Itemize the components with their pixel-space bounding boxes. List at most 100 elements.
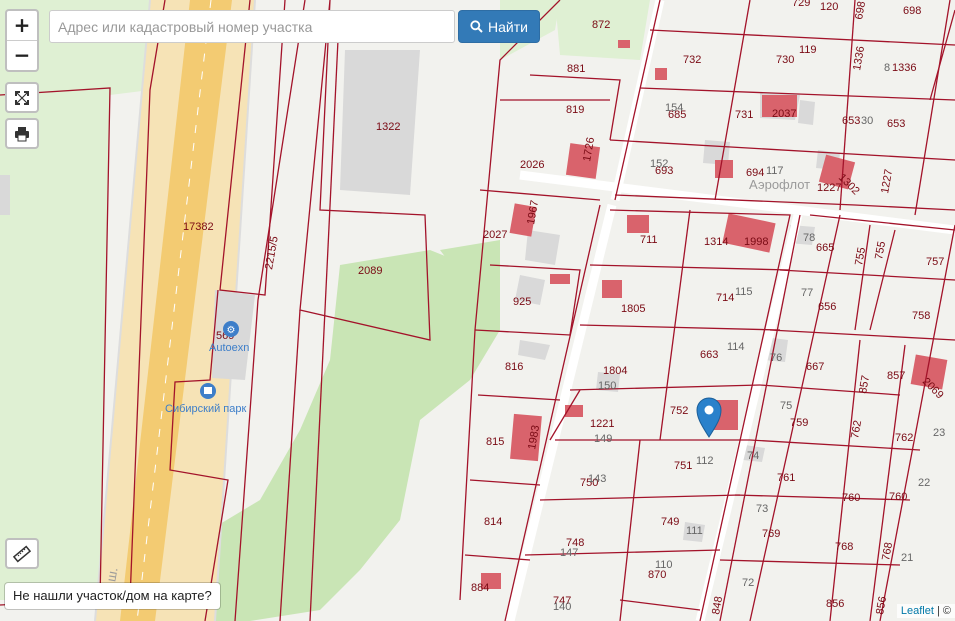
plot-number-label[interactable]: 761 bbox=[777, 472, 795, 484]
house-number-label: 143 bbox=[588, 473, 606, 485]
house-number-label: 149 bbox=[594, 433, 612, 445]
street-label-aeroflot: Аэрофлот bbox=[749, 177, 810, 192]
plot-number-label[interactable]: 17382 bbox=[183, 221, 214, 233]
plot-number-label[interactable]: 1227 bbox=[817, 182, 841, 194]
plot-number-label[interactable]: 698 bbox=[853, 0, 868, 20]
plot-number-label[interactable]: 731 bbox=[735, 109, 753, 121]
plot-number-label[interactable]: 749 bbox=[661, 516, 679, 528]
house-number-label: 110 bbox=[655, 559, 673, 571]
plot-number-label[interactable]: 730 bbox=[776, 54, 794, 66]
printer-icon bbox=[15, 126, 29, 141]
plot-number-label[interactable]: 819 bbox=[566, 104, 584, 116]
plot-number-label[interactable]: 768 bbox=[880, 541, 895, 561]
house-number-label: 117 bbox=[766, 165, 784, 177]
plot-number-label[interactable]: 1314 bbox=[704, 236, 728, 248]
plot-number-label[interactable]: 762 bbox=[895, 432, 913, 444]
search-bar: Найти bbox=[49, 10, 540, 43]
buildings bbox=[481, 40, 948, 589]
plot-number-label[interactable]: 1998 bbox=[744, 236, 768, 248]
house-number-label: 74 bbox=[747, 450, 759, 462]
plot-number-label[interactable]: 857 bbox=[887, 370, 905, 382]
plot-number-label[interactable]: 758 bbox=[912, 310, 930, 322]
house-number-label: 115 bbox=[735, 286, 753, 298]
plot-number-label[interactable]: 711 bbox=[640, 234, 658, 246]
zoom-control: + − bbox=[5, 9, 39, 72]
plot-number-label[interactable]: 1967 bbox=[525, 199, 541, 225]
plot-number-label[interactable]: 814 bbox=[484, 516, 502, 528]
expand-icon bbox=[15, 90, 29, 105]
plot-number-label[interactable]: 816 bbox=[505, 361, 523, 373]
zoom-out-button[interactable]: − bbox=[7, 40, 37, 70]
plot-number-label[interactable]: 848 bbox=[710, 595, 725, 615]
house-number-label: 78 bbox=[803, 232, 815, 244]
not-found-link[interactable]: Не нашли участок/дом на карте? bbox=[5, 583, 220, 609]
plot-number-label[interactable]: 2027 bbox=[483, 229, 507, 241]
print-button[interactable] bbox=[5, 118, 39, 149]
attribution: Leaflet | © bbox=[896, 604, 955, 618]
plot-number-label[interactable]: 884 bbox=[471, 582, 489, 594]
plot-number-label[interactable]: 2089 bbox=[358, 265, 382, 277]
plot-number-label[interactable]: 665 bbox=[816, 242, 834, 254]
plot-number-label[interactable]: 667 bbox=[806, 361, 824, 373]
plot-number-label[interactable]: 856 bbox=[826, 598, 844, 610]
plot-number-label[interactable]: 872 bbox=[592, 19, 610, 31]
plot-number-label[interactable]: 1322 bbox=[376, 121, 400, 133]
fullscreen-button[interactable] bbox=[5, 82, 39, 113]
search-input[interactable] bbox=[49, 10, 455, 43]
plot-number-label[interactable]: 119 bbox=[799, 44, 817, 56]
location-marker-icon[interactable] bbox=[696, 397, 722, 438]
plot-number-label[interactable]: 1336 bbox=[851, 45, 867, 71]
leaflet-link[interactable]: Leaflet bbox=[901, 605, 934, 617]
zoom-in-button[interactable]: + bbox=[7, 11, 37, 40]
house-number-label: 112 bbox=[696, 455, 714, 467]
house-number-layer: 154 152 117 78 115 77 114 76 150 149 75 112 74 23 22 21… bbox=[553, 62, 945, 613]
house-number-label: 30 bbox=[861, 115, 873, 127]
plot-number-label[interactable]: 1221 bbox=[590, 418, 614, 430]
map-canvas: 872881819202617261322173822215/520895692… bbox=[0, 0, 955, 621]
plot-number-label[interactable]: 925 bbox=[513, 296, 531, 308]
search-button[interactable]: Найти bbox=[458, 10, 540, 43]
house-number-label: 23 bbox=[933, 427, 945, 439]
plot-number-label[interactable]: 759 bbox=[790, 417, 808, 429]
plot-number-label[interactable]: 1336 bbox=[892, 62, 916, 74]
plot-number-label[interactable]: 857 bbox=[857, 374, 872, 394]
measure-button[interactable] bbox=[5, 538, 39, 569]
poi-autoexn-label: Autoexn bbox=[209, 342, 249, 354]
plot-number-label[interactable]: 120 bbox=[820, 1, 838, 13]
plot-number-label[interactable]: 1804 bbox=[603, 365, 627, 377]
plot-number-label[interactable]: 755 bbox=[853, 246, 868, 266]
plot-number-label[interactable]: 757 bbox=[926, 256, 944, 268]
plot-number-label[interactable]: 755 bbox=[873, 240, 888, 260]
plot-number-label[interactable]: 663 bbox=[700, 349, 718, 361]
house-number-label: 77 bbox=[801, 287, 813, 299]
plot-number-label[interactable]: 653 bbox=[842, 115, 860, 127]
plot-number-label[interactable]: 769 bbox=[762, 528, 780, 540]
plot-number-label[interactable]: 768 bbox=[835, 541, 853, 553]
plot-number-label[interactable]: 881 bbox=[567, 63, 585, 75]
plot-number-label[interactable]: 760 bbox=[889, 491, 907, 503]
plot-number-label[interactable]: 656 bbox=[818, 301, 836, 313]
plot-number-label[interactable]: 856 bbox=[874, 595, 889, 615]
plot-number-label[interactable]: 698 bbox=[903, 5, 921, 17]
house-number-label: 22 bbox=[918, 477, 930, 489]
plot-number-label[interactable]: 714 bbox=[716, 292, 734, 304]
plot-number-label[interactable]: 760 bbox=[842, 492, 860, 504]
plot-number-label[interactable]: 653 bbox=[887, 118, 905, 130]
plot-number-label[interactable]: 729 bbox=[792, 0, 810, 9]
plot-number-label[interactable]: 815 bbox=[486, 436, 504, 448]
svg-text:⚙: ⚙ bbox=[227, 325, 236, 336]
cadastral-map[interactable]: 872 881 819 2026 1726 1322 17382 2215/5 2089 569 2… bbox=[0, 0, 955, 621]
plot-number-label[interactable]: 732 bbox=[683, 54, 701, 66]
plot-number-label[interactable]: 762 bbox=[849, 419, 864, 439]
attribution-suffix: | © bbox=[933, 605, 951, 617]
plot-number-label[interactable]: 2026 bbox=[520, 159, 544, 171]
ruler-icon bbox=[13, 545, 31, 562]
search-button-label: Найти bbox=[488, 18, 528, 35]
plot-number-label[interactable]: 752 bbox=[670, 405, 688, 417]
house-number-label: 152 bbox=[650, 158, 668, 170]
plot-number-label[interactable]: 751 bbox=[674, 460, 692, 472]
plot-number-label[interactable]: 1227 bbox=[879, 168, 895, 194]
plot-number-label[interactable]: 2037 bbox=[772, 108, 796, 120]
plot-number-label[interactable]: 2215/5 bbox=[263, 235, 281, 270]
plot-number-label[interactable]: 1805 bbox=[621, 303, 645, 315]
